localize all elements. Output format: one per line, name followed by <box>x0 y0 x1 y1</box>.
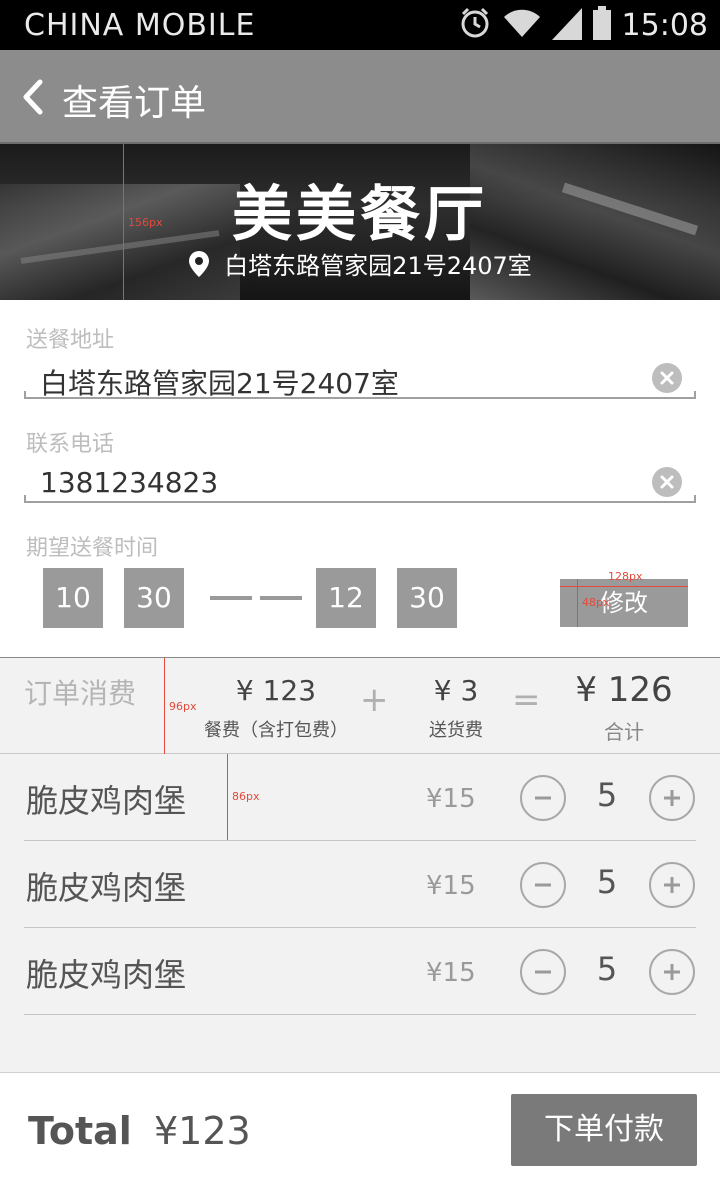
address-underline <box>24 391 696 399</box>
wifi-icon <box>502 7 542 43</box>
address-label: 送餐地址 <box>26 328 115 353</box>
time-range-dash <box>210 596 302 600</box>
minus-icon <box>535 970 551 974</box>
increase-quantity-button[interactable] <box>649 775 695 821</box>
checkout-bar: Total ¥123 下单付款 <box>0 1072 720 1184</box>
measure-line <box>577 579 578 627</box>
measure-label: 96px <box>169 700 197 713</box>
plus-icon <box>664 877 680 893</box>
list-item: 脆皮鸡肉堡 ¥15 5 <box>24 928 696 1015</box>
restaurant-banner: 美美餐厅 白塔东路管家园21号2407室 156px <box>0 144 720 300</box>
back-button[interactable] <box>18 72 66 122</box>
item-price: ¥15 <box>426 784 476 814</box>
list-item: 脆皮鸡肉堡 ¥15 5 86px <box>24 754 696 841</box>
clear-icon <box>660 371 674 385</box>
status-bar: CHINA MOBILE 15:08 <box>0 0 720 50</box>
delivery-caption: 送货费 <box>429 720 483 741</box>
summary-title: 订单消费 <box>24 677 137 710</box>
measure-label: 48px <box>582 596 610 609</box>
plus-sign: + <box>360 680 389 720</box>
clear-phone-button[interactable] <box>652 467 682 497</box>
measure-line <box>560 586 688 587</box>
total-label: Total <box>28 1109 132 1153</box>
status-icons: 15:08 <box>458 6 708 44</box>
plus-icon <box>664 790 680 806</box>
end-minute-box[interactable]: 30 <box>397 568 457 628</box>
start-minute-box[interactable]: 30 <box>124 568 184 628</box>
minus-icon <box>535 796 551 800</box>
increase-quantity-button[interactable] <box>649 862 695 908</box>
phone-label: 联系电话 <box>26 432 115 457</box>
restaurant-address: 白塔东路管家园21号2407室 <box>0 246 720 281</box>
item-quantity: 5 <box>596 863 618 901</box>
item-price: ¥15 <box>426 871 476 901</box>
place-order-button[interactable]: 下单付款 <box>511 1094 697 1166</box>
item-price: ¥15 <box>426 958 476 988</box>
end-hour-box[interactable]: 12 <box>316 568 376 628</box>
carrier-name: CHINA MOBILE <box>24 8 256 43</box>
decrease-quantity-button[interactable] <box>520 775 566 821</box>
item-name: 脆皮鸡肉堡 <box>26 956 187 994</box>
battery-icon <box>592 6 612 44</box>
alarm-icon <box>458 6 492 44</box>
page-title: 查看订单 <box>62 83 207 124</box>
decrease-quantity-button[interactable] <box>520 862 566 908</box>
measure-label: 86px <box>232 790 260 803</box>
clock: 15:08 <box>621 7 708 43</box>
minus-icon <box>535 883 551 887</box>
list-item: 脆皮鸡肉堡 ¥15 5 <box>24 841 696 928</box>
total-amount: ¥ 126 <box>575 670 673 710</box>
total-caption: 合计 <box>604 720 644 744</box>
clear-icon <box>660 475 674 489</box>
measure-line <box>123 144 124 300</box>
equals-sign: = <box>512 680 541 720</box>
measure-label: 156px <box>128 216 163 229</box>
delivery-time-label: 期望送餐时间 <box>26 536 159 561</box>
phone-underline <box>24 495 696 503</box>
item-quantity: 5 <box>596 776 618 814</box>
measure-label: 128px <box>608 570 643 583</box>
plus-icon <box>664 964 680 980</box>
item-name: 脆皮鸡肉堡 <box>26 869 187 907</box>
measure-line <box>227 754 228 840</box>
food-caption: 餐费（含打包费） <box>204 720 348 741</box>
total-value: ¥123 <box>154 1109 251 1153</box>
item-name: 脆皮鸡肉堡 <box>26 782 187 820</box>
restaurant-address-text: 白塔东路管家园21号2407室 <box>224 252 532 280</box>
phone-input[interactable]: 1381234823 <box>40 466 218 499</box>
clear-address-button[interactable] <box>652 363 682 393</box>
delivery-amount: ¥ 3 <box>433 674 479 707</box>
map-pin-icon <box>189 250 210 277</box>
address-input[interactable]: 白塔东路管家园21号2407室 <box>40 362 399 402</box>
chevron-left-icon <box>23 79 43 115</box>
food-amount: ¥ 123 <box>235 674 317 707</box>
signal-icon <box>551 6 582 44</box>
nav-bar: 查看订单 <box>0 50 720 144</box>
measure-line <box>164 658 165 754</box>
order-items-list: 脆皮鸡肉堡 ¥15 5 86px 脆皮鸡肉堡 ¥15 5 脆皮鸡肉堡 ¥15 5 <box>0 754 720 1072</box>
restaurant-name: 美美餐厅 <box>232 180 488 250</box>
order-summary: 订单消费 96px ¥ 123 餐费（含打包费） + ¥ 3 送货费 = ¥ 1… <box>0 657 720 754</box>
decrease-quantity-button[interactable] <box>520 949 566 995</box>
item-quantity: 5 <box>596 950 618 988</box>
start-hour-box[interactable]: 10 <box>43 568 103 628</box>
increase-quantity-button[interactable] <box>649 949 695 995</box>
